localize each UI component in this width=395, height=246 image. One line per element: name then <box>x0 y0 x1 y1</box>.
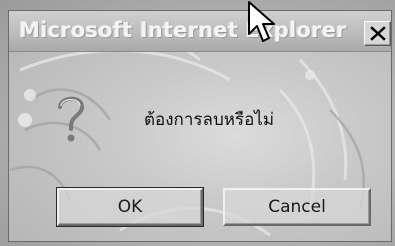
question-icon <box>58 96 85 142</box>
mouse-pointer-icon <box>248 1 275 42</box>
ok-button[interactable]: OK <box>56 187 204 227</box>
confirm-dialog: Microsoft Internet Explorer ต้องการลบหรื… <box>8 10 392 242</box>
close-icon <box>370 26 386 41</box>
screen: Microsoft Internet Explorer ต้องการลบหรื… <box>0 0 395 246</box>
title-bar[interactable]: Microsoft Internet Explorer <box>9 11 391 52</box>
dialog-message: ต้องการลบหรือไม่ <box>144 110 275 130</box>
cancel-button[interactable]: Cancel <box>223 188 371 226</box>
dialog-title: Microsoft Internet Explorer <box>19 18 347 42</box>
close-button[interactable] <box>364 21 391 46</box>
